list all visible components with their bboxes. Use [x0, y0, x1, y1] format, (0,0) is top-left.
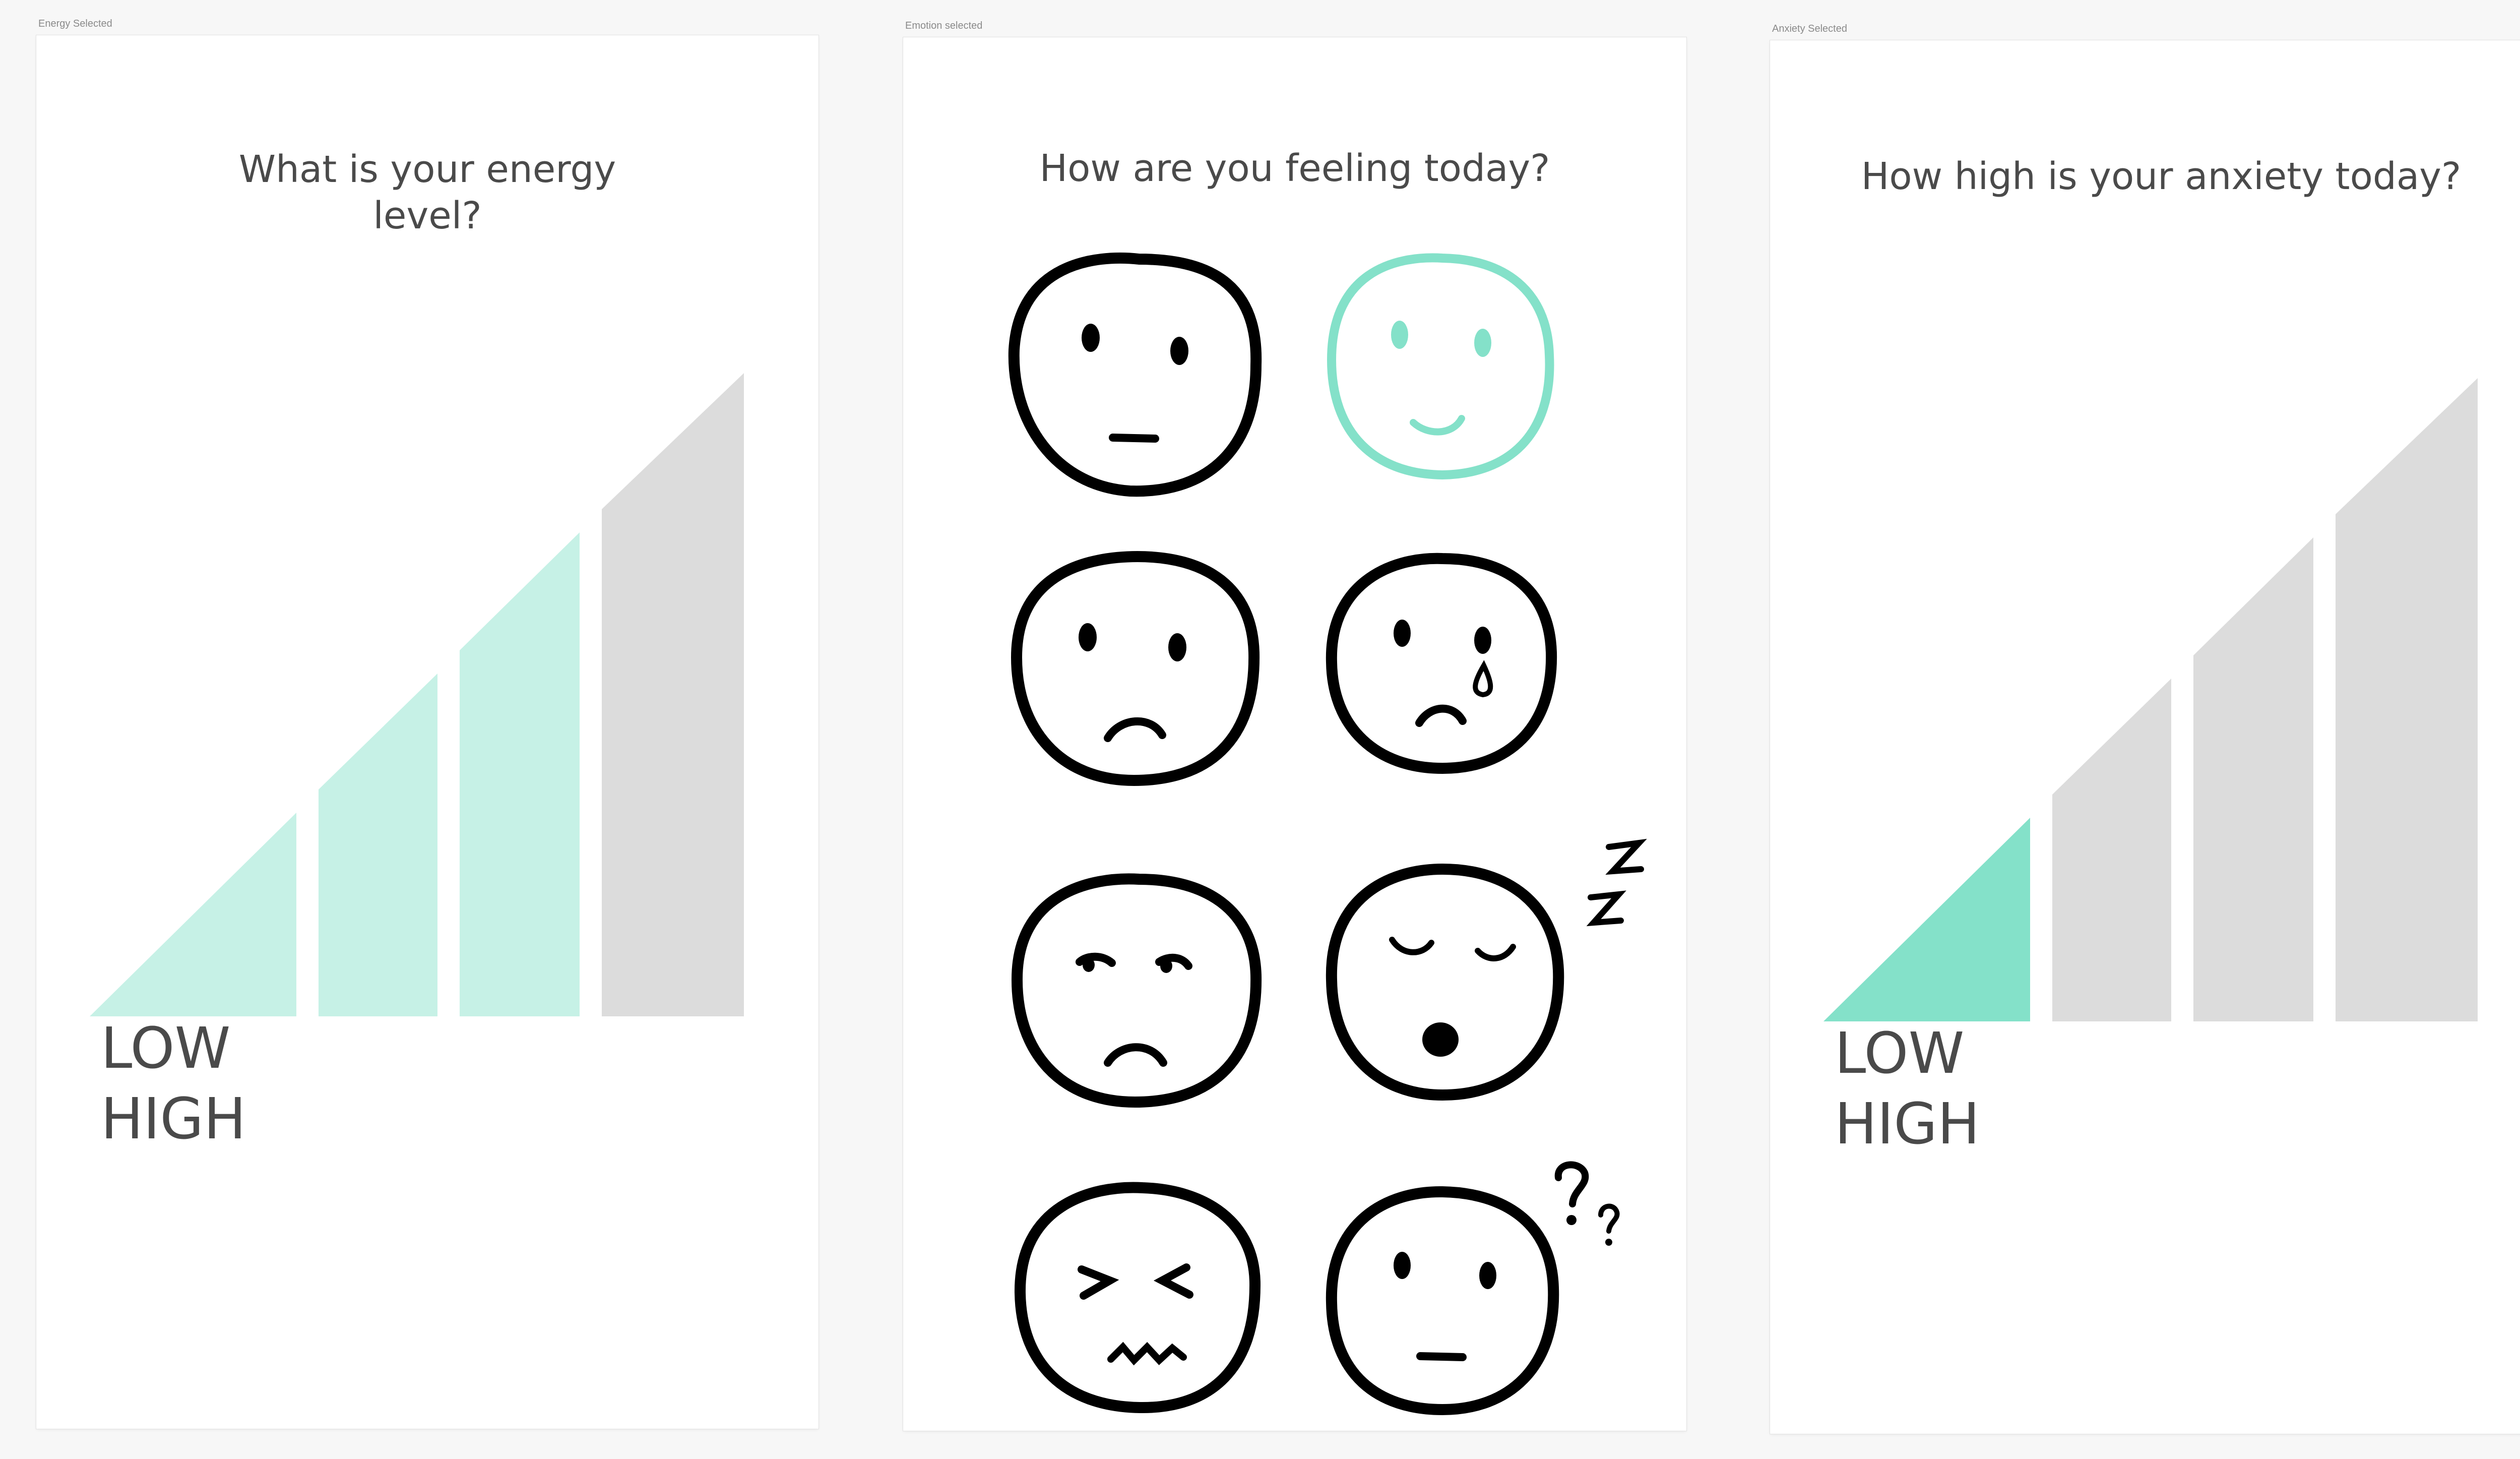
energy-level-scale [90, 373, 744, 1016]
anxiety-high-label: HIGH [1835, 1091, 1980, 1157]
energy-level-3[interactable] [460, 532, 580, 1016]
anxiety-low-label: LOW [1835, 1021, 1965, 1086]
frame-label-emotion: Emotion selected [905, 20, 983, 31]
annoyed-face-icon[interactable] [1011, 873, 1262, 1108]
emotion-face-grid [1008, 252, 1647, 1416]
emotion-screen: How are you feeling today? [903, 37, 1686, 1431]
sleepy-face-icon[interactable] [1326, 838, 1647, 1101]
energy-high-label: HIGH [101, 1086, 246, 1152]
anxiety-level-4[interactable] [2336, 378, 2478, 1021]
energy-level-1[interactable] [90, 813, 296, 1016]
frame-label-energy: Energy Selected [38, 18, 112, 29]
anxiety-level-2[interactable] [2052, 679, 2171, 1021]
energy-level-2[interactable] [319, 674, 437, 1016]
anxiety-level-scale [1823, 378, 2478, 1021]
crying-face-icon[interactable] [1326, 553, 1557, 774]
anxiety-level-3[interactable] [2193, 537, 2313, 1021]
energy-screen: What is your energy level? LOW HIGH [36, 35, 818, 1429]
neutral-face-icon[interactable] [1008, 252, 1262, 497]
sad-face-icon[interactable] [1011, 551, 1260, 786]
smiling-face-icon[interactable] [1327, 253, 1554, 480]
frame-label-anxiety: Anxiety Selected [1772, 23, 1847, 34]
confused-face-icon[interactable] [1326, 1161, 1620, 1416]
anxiety-screen: How high is your anxiety today? LOW HIGH [1770, 40, 2520, 1434]
energy-level-4[interactable] [602, 373, 744, 1016]
anxiety-level-1[interactable] [1823, 818, 2030, 1021]
stressed-face-icon[interactable] [1014, 1182, 1261, 1414]
energy-low-label: LOW [101, 1016, 231, 1081]
